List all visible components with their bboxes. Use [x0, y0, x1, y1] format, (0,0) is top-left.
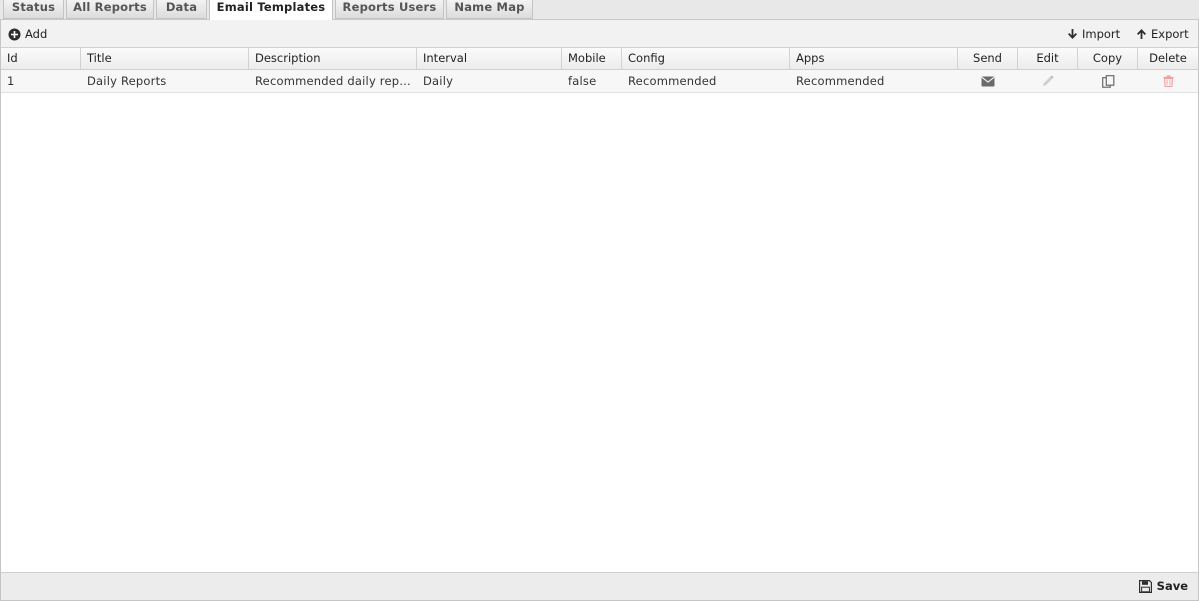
export-button-label: Export [1151, 27, 1189, 41]
column-header-description[interactable]: Description [249, 48, 417, 69]
pencil-icon [1043, 75, 1054, 86]
arrow-up-icon [1137, 29, 1146, 39]
edit-button[interactable] [1018, 70, 1078, 92]
column-header-config[interactable]: Config [622, 48, 790, 69]
add-button-label: Add [25, 27, 48, 41]
cell-mobile: false [568, 74, 597, 88]
trash-icon [1163, 75, 1173, 87]
tab-bar: Status All Reports Data Email Templates … [0, 0, 1199, 21]
tab-all-reports[interactable]: All Reports [66, 0, 154, 19]
delete-button[interactable] [1138, 70, 1198, 92]
copy-button[interactable] [1078, 70, 1138, 92]
send-button[interactable] [958, 70, 1018, 92]
tab-reports-users[interactable]: Reports Users [335, 0, 444, 19]
cell-title: Daily Reports [87, 74, 167, 88]
column-header-delete[interactable]: Delete [1138, 48, 1198, 69]
arrow-down-icon [1068, 29, 1077, 39]
column-header-title[interactable]: Title [81, 48, 249, 69]
cell-config: Recommended [628, 74, 717, 88]
column-header-edit[interactable]: Edit [1018, 48, 1078, 69]
tab-name-map[interactable]: Name Map [446, 0, 533, 19]
tab-status[interactable]: Status [3, 0, 64, 19]
tab-data[interactable]: Data [156, 0, 207, 19]
table-header: Id Title Description Interval Mobile Con… [1, 48, 1198, 70]
table-row[interactable]: 1 Daily Reports Recommended daily repo..… [1, 70, 1198, 93]
grid-toolbar: Add Import Export [1, 20, 1198, 48]
column-header-send[interactable]: Send [958, 48, 1018, 69]
column-header-apps[interactable]: Apps [790, 48, 958, 69]
cell-description: Recommended daily repo... [255, 74, 417, 88]
cell-id: 1 [7, 74, 15, 88]
tab-email-templates[interactable]: Email Templates [209, 0, 333, 21]
column-header-mobile[interactable]: Mobile [562, 48, 622, 69]
email-templates-panel: Add Import Export Id Title Description I… [0, 20, 1199, 601]
column-header-id[interactable]: Id [1, 48, 81, 69]
envelope-icon [981, 76, 995, 86]
add-button[interactable]: Add [8, 26, 47, 42]
cell-interval: Daily [423, 74, 454, 88]
column-header-copy[interactable]: Copy [1078, 48, 1138, 69]
save-button-label: Save [1156, 579, 1188, 593]
grid-footer: Save [1, 572, 1198, 600]
import-button[interactable]: Import [1067, 26, 1120, 42]
copy-icon [1101, 74, 1114, 88]
save-button[interactable]: Save [1138, 579, 1188, 593]
plus-circle-icon [8, 28, 21, 40]
column-header-interval[interactable]: Interval [417, 48, 562, 69]
cell-apps: Recommended [796, 74, 885, 88]
floppy-disk-icon [1138, 579, 1152, 593]
import-button-label: Import [1082, 27, 1121, 41]
export-button[interactable]: Export [1136, 26, 1189, 42]
